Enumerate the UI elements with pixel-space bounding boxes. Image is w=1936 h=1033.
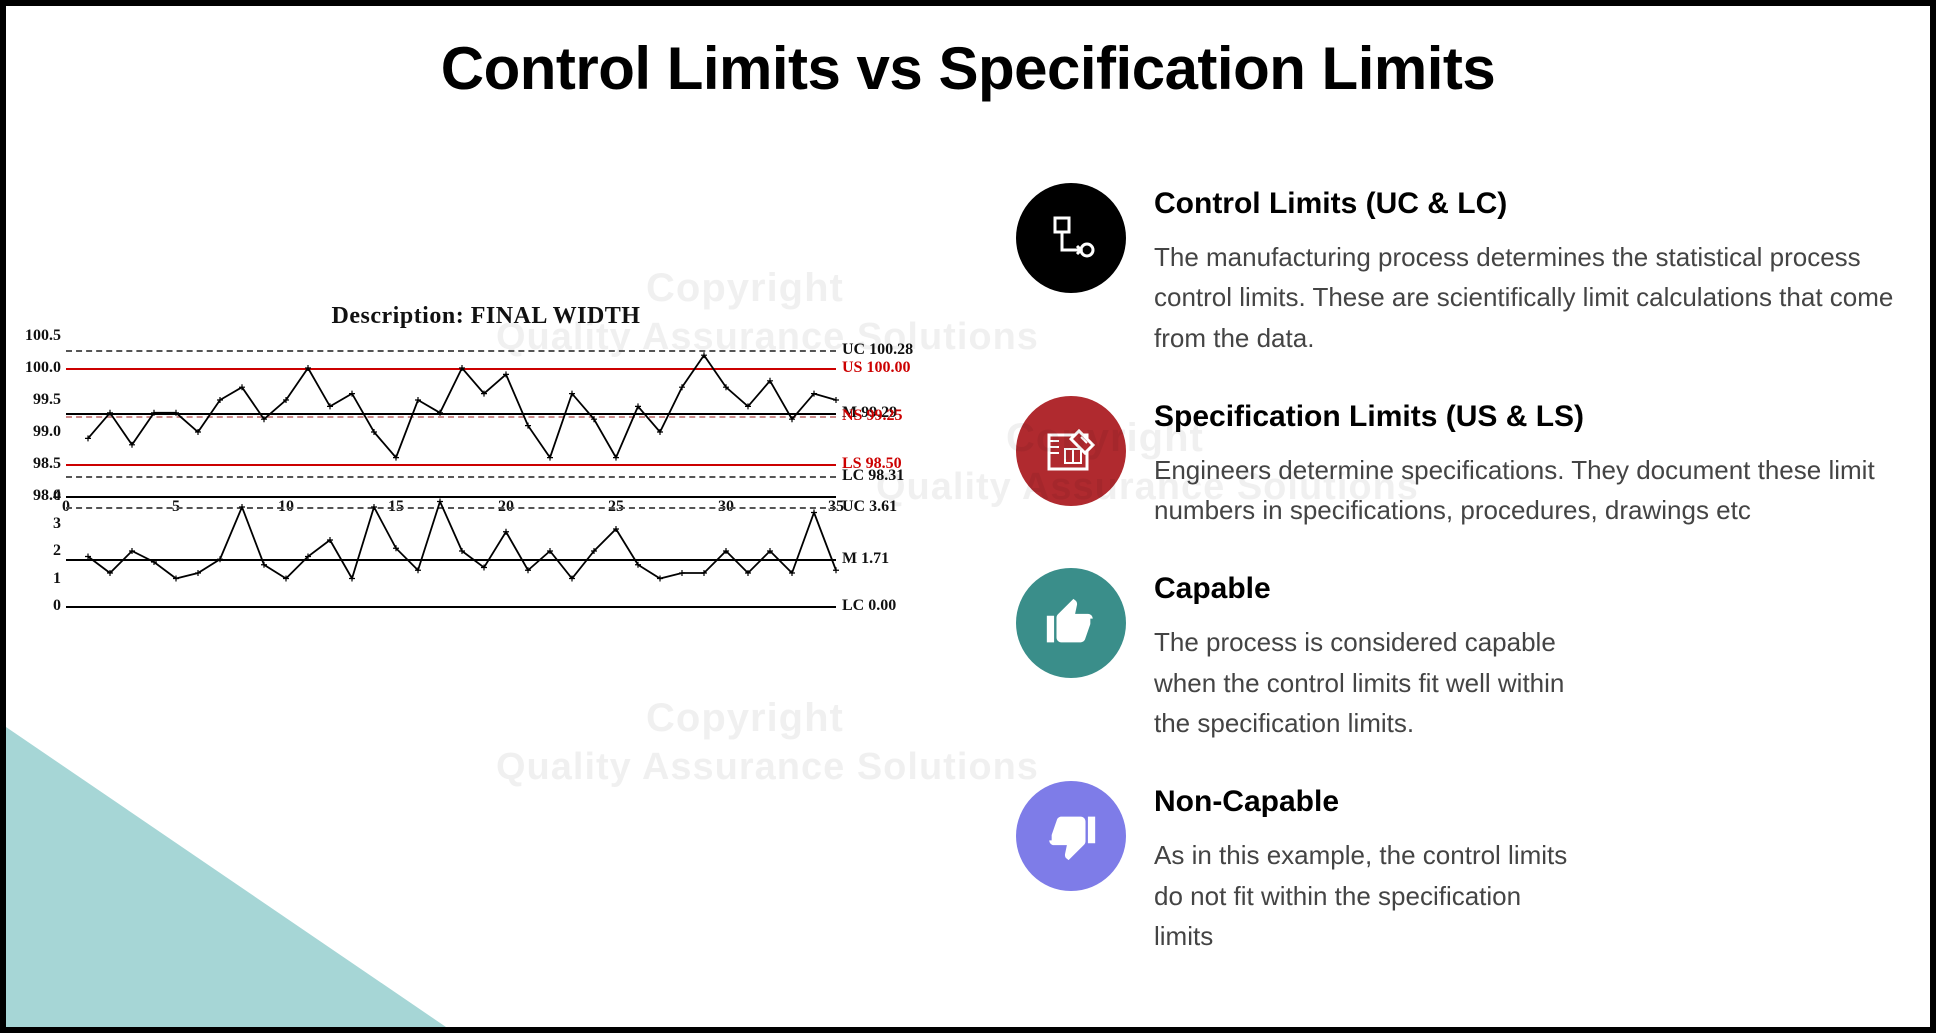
- y-tick-label: 0: [6, 597, 61, 615]
- info-item-spec-limits: Specification Limits (US & LS) Engineers…: [1016, 396, 1900, 531]
- series-line: [66, 336, 836, 496]
- chart-panel: Description: FINAL WIDTH 98.098.599.099.…: [6, 303, 966, 606]
- info-body: The manufacturing process determines the…: [1154, 237, 1900, 358]
- y-tick-label: 3: [6, 515, 61, 533]
- info-item-control-limits: Control Limits (UC & LC) The manufacturi…: [1016, 183, 1900, 358]
- ref-label: NS 99.25: [842, 407, 902, 425]
- control-chart-top: 98.098.599.099.5100.0100.505101520253035…: [6, 336, 966, 496]
- chart-title: Description: FINAL WIDTH: [6, 303, 966, 330]
- slide-frame: Control Limits vs Specification Limits C…: [0, 0, 1936, 1033]
- y-tick-label: 100.5: [6, 327, 61, 345]
- slide-title: Control Limits vs Specification Limits: [6, 34, 1930, 103]
- thumbs-up-icon: [1016, 568, 1126, 678]
- y-tick-label: 98.5: [6, 455, 61, 473]
- ref-label: LC 98.31: [842, 467, 904, 485]
- info-body: The process is considered capable when t…: [1154, 622, 1900, 743]
- info-body: Engineers determine specifications. They…: [1154, 450, 1900, 531]
- thumbs-down-icon: [1016, 781, 1126, 891]
- ref-label: UC 3.61: [842, 498, 897, 516]
- y-tick-label: 1: [6, 570, 61, 588]
- ref-label: US 100.00: [842, 359, 910, 377]
- series-line: [66, 496, 836, 606]
- chart-column: Description: FINAL WIDTH 98.098.599.099.…: [6, 183, 1016, 606]
- info-title: Control Limits (UC & LC): [1154, 187, 1900, 221]
- decorative-triangle: [6, 727, 446, 1027]
- axis-baseline: [66, 606, 836, 608]
- y-tick-label: 2: [6, 542, 61, 560]
- info-column: Control Limits (UC & LC) The manufacturi…: [1016, 183, 1900, 956]
- info-item-non-capable: Non-Capable As in this example, the cont…: [1016, 781, 1900, 956]
- info-body: As in this example, the control limits d…: [1154, 835, 1900, 956]
- y-tick-label: 99.0: [6, 423, 61, 441]
- y-tick-label: 4: [6, 487, 61, 505]
- ref-label: M 1.71: [842, 550, 889, 568]
- control-chart-bottom: 01234UC 3.61M 1.71LC 0.00: [6, 496, 966, 606]
- ref-label: UC 100.28: [842, 341, 913, 359]
- y-tick-label: 100.0: [6, 359, 61, 377]
- info-title: Capable: [1154, 572, 1900, 606]
- info-title: Non-Capable: [1154, 785, 1900, 819]
- info-title: Specification Limits (US & LS): [1154, 400, 1900, 434]
- ref-label: LC 0.00: [842, 597, 896, 615]
- blueprint-icon: [1016, 396, 1126, 506]
- flow-icon: [1016, 183, 1126, 293]
- y-tick-label: 99.5: [6, 391, 61, 409]
- info-item-capable: Capable The process is considered capabl…: [1016, 568, 1900, 743]
